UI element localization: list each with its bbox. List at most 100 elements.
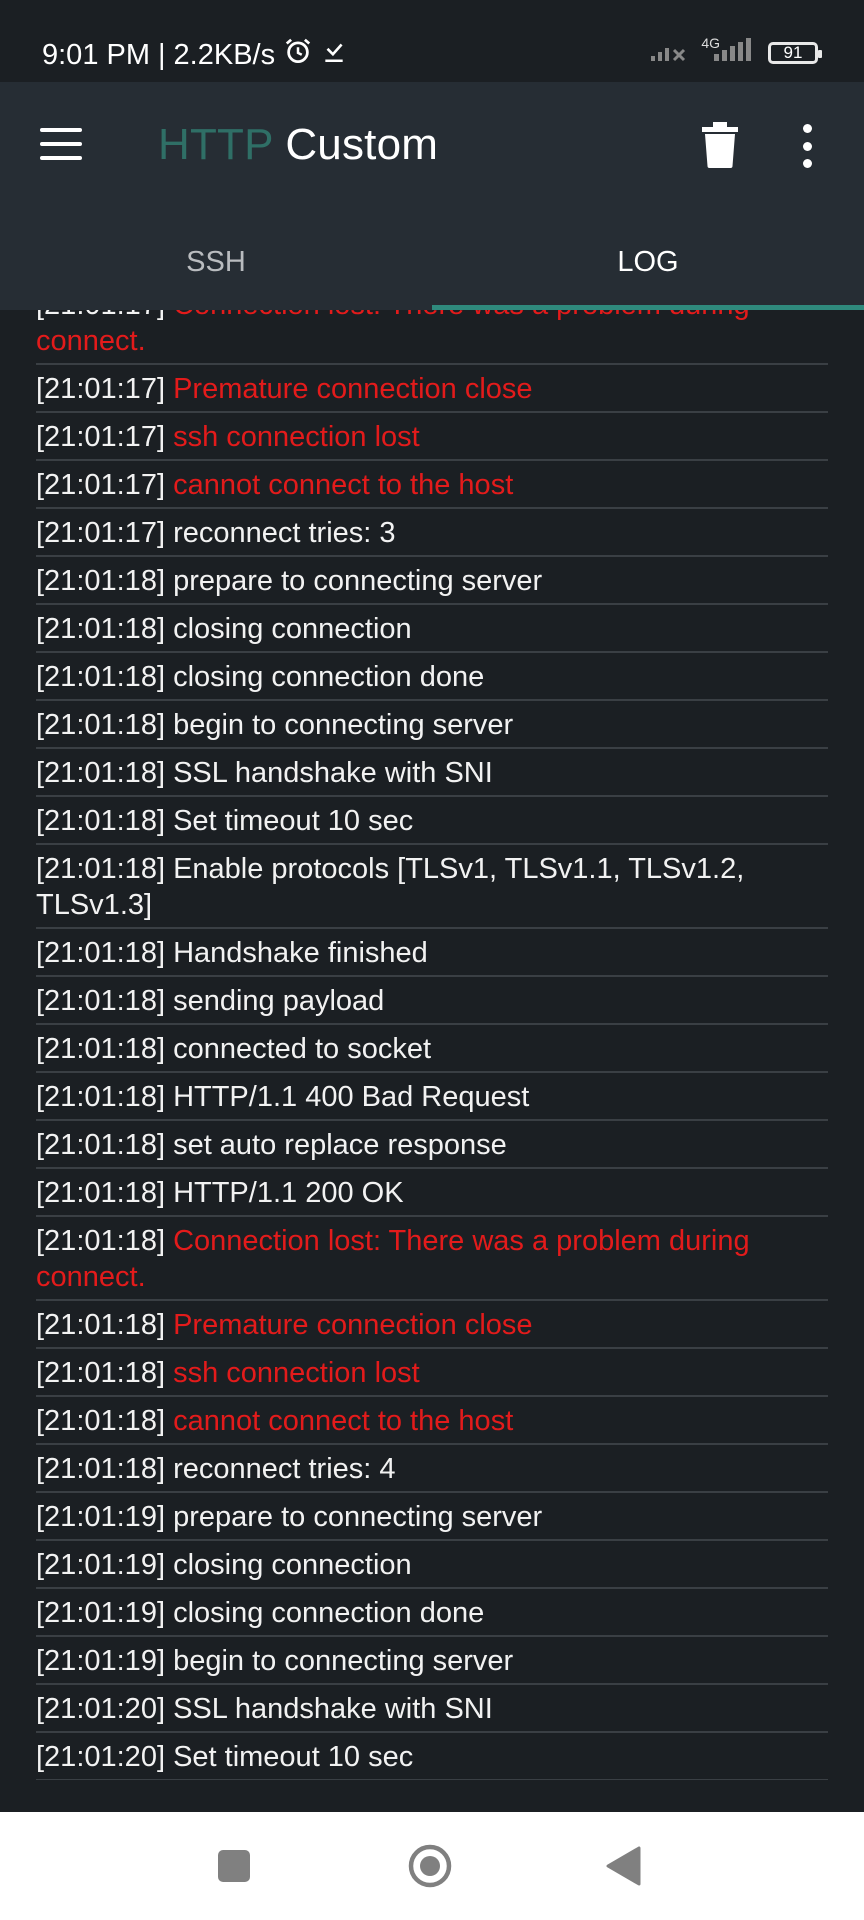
log-message: Handshake finished xyxy=(173,937,428,969)
log-entry: [21:01:18] Set timeout 10 sec xyxy=(36,797,828,845)
system-nav-bar xyxy=(0,1812,864,1920)
more-vert-icon[interactable] xyxy=(800,124,814,168)
log-message: HTTP/1.1 400 Bad Request xyxy=(173,1081,530,1113)
log-message: SSL handshake with SNI xyxy=(173,1693,493,1725)
log-timestamp: [21:01:17] xyxy=(36,469,165,501)
log-timestamp: [21:01:20] xyxy=(36,1693,165,1725)
log-message: HTTP/1.1 200 OK xyxy=(173,1177,404,1209)
log-timestamp: [21:01:18] xyxy=(36,757,165,789)
log-timestamp: [21:01:18] xyxy=(36,937,165,969)
log-list: [21:01:17] Connection lost: There was a … xyxy=(0,310,864,1780)
log-error-message: cannot connect to the host xyxy=(173,1405,514,1437)
log-message: closing connection done xyxy=(173,661,485,693)
log-message: closing connection done xyxy=(173,1597,485,1629)
log-entry: [21:01:18] closing connection xyxy=(36,605,828,653)
log-timestamp: [21:01:18] xyxy=(36,1225,165,1257)
log-timestamp: [21:01:17] xyxy=(36,517,165,549)
status-left: 9:01 PM | 2.2KB/s xyxy=(42,36,347,74)
app-title-http: HTTP xyxy=(158,120,273,169)
log-timestamp: [21:01:17] xyxy=(36,421,165,453)
log-message: connected to socket xyxy=(173,1033,432,1065)
battery-icon: 91 xyxy=(768,41,822,64)
log-error-message: Premature connection close xyxy=(173,1309,533,1341)
log-message: set auto replace response xyxy=(173,1129,507,1161)
log-message: closing connection xyxy=(173,613,412,645)
log-entry: [21:01:20] Set timeout 10 sec xyxy=(36,1733,828,1780)
tab-log[interactable]: LOG xyxy=(432,228,864,310)
tab-bar: SSH LOG xyxy=(0,228,864,310)
log-error-message: ssh connection lost xyxy=(173,1357,420,1389)
log-entry: [21:01:20] SSL handshake with SNI xyxy=(36,1685,828,1733)
recents-square-icon[interactable] xyxy=(218,1850,250,1882)
app-bar: HTTP Custom SSH LOG xyxy=(0,82,864,310)
download-check-icon xyxy=(321,37,347,73)
log-entry: [21:01:18] Handshake finished xyxy=(36,929,828,977)
log-entry: [21:01:18] prepare to connecting server xyxy=(36,557,828,605)
log-entry: [21:01:17] ssh connection lost xyxy=(36,413,828,461)
log-timestamp: [21:01:18] xyxy=(36,1177,165,1209)
log-timestamp: [21:01:20] xyxy=(36,1741,165,1773)
log-timestamp: [21:01:18] xyxy=(36,565,165,597)
log-entry: [21:01:19] prepare to connecting server xyxy=(36,1493,828,1541)
log-message: Set timeout 10 sec xyxy=(173,805,414,837)
log-entry: [21:01:17] cannot connect to the host xyxy=(36,461,828,509)
log-entry: [21:01:19] begin to connecting server xyxy=(36,1637,828,1685)
network-type: 4G xyxy=(701,34,720,51)
log-entry: [21:01:18] Connection lost: There was a … xyxy=(36,1217,828,1301)
log-message: prepare to connecting server xyxy=(173,565,543,597)
home-circle-icon[interactable] xyxy=(408,1844,452,1888)
log-timestamp: [21:01:18] xyxy=(36,1357,165,1389)
app-title-custom: Custom xyxy=(285,120,439,169)
log-message: reconnect tries: 3 xyxy=(173,517,396,549)
log-timestamp: [21:01:18] xyxy=(36,709,165,741)
status-right: 4G 91 xyxy=(649,34,822,67)
log-timestamp: [21:01:17] xyxy=(36,373,165,405)
tab-ssh[interactable]: SSH xyxy=(0,228,432,310)
log-entry: [21:01:19] closing connection xyxy=(36,1541,828,1589)
log-entry: [21:01:18] begin to connecting server xyxy=(36,701,828,749)
status-speed: 2.2KB/s xyxy=(173,38,276,71)
log-timestamp: [21:01:18] xyxy=(36,853,165,885)
log-message: reconnect tries: 4 xyxy=(173,1453,396,1485)
log-message: SSL handshake with SNI xyxy=(173,757,493,789)
log-timestamp: [21:01:18] xyxy=(36,1129,165,1161)
log-timestamp: [21:01:18] xyxy=(36,1405,165,1437)
status-bar: 9:01 PM | 2.2KB/s 4G 91 xyxy=(0,0,864,82)
back-triangle-icon[interactable] xyxy=(606,1846,642,1886)
log-entry: [21:01:18] cannot connect to the host xyxy=(36,1397,828,1445)
log-entry: [21:01:18] set auto replace response xyxy=(36,1121,828,1169)
battery-level: 91 xyxy=(783,42,803,62)
log-entry: [21:01:18] sending payload xyxy=(36,977,828,1025)
menu-icon[interactable] xyxy=(40,128,82,160)
log-message: sending payload xyxy=(173,985,385,1017)
log-timestamp: [21:01:18] xyxy=(36,661,165,693)
log-timestamp: [21:01:19] xyxy=(36,1597,165,1629)
log-timestamp: [21:01:18] xyxy=(36,1453,165,1485)
log-timestamp: [21:01:18] xyxy=(36,1033,165,1065)
log-view[interactable]: [21:01:17] Connection lost: There was a … xyxy=(0,310,864,1780)
log-timestamp: [21:01:17] xyxy=(36,310,165,321)
log-entry: [21:01:18] connected to socket xyxy=(36,1025,828,1073)
log-error-message: cannot connect to the host xyxy=(173,469,514,501)
log-entry: [21:01:18] Premature connection close xyxy=(36,1301,828,1349)
log-entry: [21:01:18] SSL handshake with SNI xyxy=(36,749,828,797)
log-message: closing connection xyxy=(173,1549,412,1581)
log-timestamp: [21:01:19] xyxy=(36,1645,165,1677)
log-message: prepare to connecting server xyxy=(173,1501,543,1533)
log-message: begin to connecting server xyxy=(173,1645,514,1677)
alarm-icon xyxy=(283,36,313,74)
app-title: HTTP Custom xyxy=(158,120,438,170)
log-entry: [21:01:18] Enable protocols [TLSv1, TLSv… xyxy=(36,845,828,929)
status-time: 9:01 PM xyxy=(42,38,150,71)
log-entry: [21:01:17] reconnect tries: 3 xyxy=(36,509,828,557)
trash-icon[interactable] xyxy=(702,122,738,168)
log-entry: [21:01:18] reconnect tries: 4 xyxy=(36,1445,828,1493)
log-entry: [21:01:18] HTTP/1.1 400 Bad Request xyxy=(36,1073,828,1121)
log-timestamp: [21:01:18] xyxy=(36,805,165,837)
log-entry: [21:01:17] Connection lost: There was a … xyxy=(36,310,828,365)
log-entry: [21:01:17] Premature connection close xyxy=(36,365,828,413)
log-error-message: Premature connection close xyxy=(173,373,533,405)
log-timestamp: [21:01:18] xyxy=(36,985,165,1017)
log-timestamp: [21:01:18] xyxy=(36,1081,165,1113)
log-message: Set timeout 10 sec xyxy=(173,1741,414,1773)
